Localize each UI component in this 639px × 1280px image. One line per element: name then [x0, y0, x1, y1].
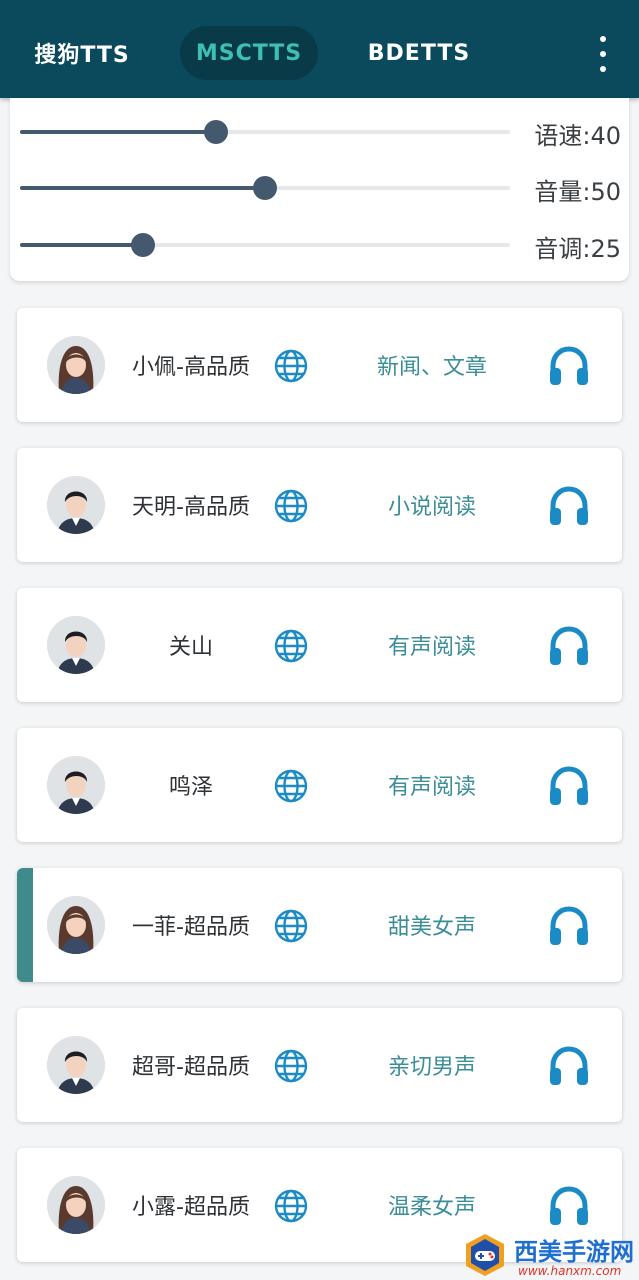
- voice-name: 关山: [168, 635, 213, 660]
- avatar: [47, 616, 105, 674]
- headphones-icon[interactable]: [547, 344, 591, 388]
- watermark-url: www.hanxm.com: [518, 1264, 622, 1278]
- speed-slider[interactable]: [20, 120, 510, 144]
- headphones-icon[interactable]: [547, 764, 591, 808]
- globe-icon[interactable]: [273, 908, 309, 944]
- voice-description: 新闻、文章: [376, 355, 487, 380]
- voice-card[interactable]: 小佩-高品质 新闻、文章: [17, 308, 622, 422]
- speed-label: 语速:40: [534, 122, 621, 150]
- more-vert-icon[interactable]: [588, 36, 618, 72]
- voice-description: 有声阅读: [387, 775, 476, 800]
- avatar: [47, 896, 105, 954]
- volume-slider[interactable]: [20, 176, 510, 200]
- voice-name: 超哥-超品质: [132, 1055, 250, 1080]
- speed-slider-thumb[interactable]: [204, 120, 228, 144]
- pitch-slider-row: 音调:25: [10, 225, 629, 265]
- avatar: [47, 1036, 105, 1094]
- volume-label: 音量:50: [534, 178, 621, 206]
- headphones-icon[interactable]: [547, 484, 591, 528]
- avatar: [47, 476, 105, 534]
- tab-bdetts[interactable]: BDETTS: [352, 26, 486, 80]
- pitch-slider-thumb[interactable]: [131, 233, 155, 257]
- headphones-icon[interactable]: [547, 904, 591, 948]
- voice-name: 小佩-高品质: [132, 355, 250, 380]
- voice-card[interactable]: 天明-高品质 小说阅读: [17, 448, 622, 562]
- voice-name: 鸣泽: [168, 775, 213, 800]
- avatar: [47, 756, 105, 814]
- site-watermark: 西美手游网 www.hanxm.com: [462, 1228, 639, 1280]
- speed-slider-row: 语速:40: [10, 112, 629, 152]
- volume-slider-row: 音量:50: [10, 168, 629, 208]
- voice-name: 天明-高品质: [132, 495, 250, 520]
- globe-icon[interactable]: [273, 348, 309, 384]
- headphones-icon[interactable]: [547, 1044, 591, 1088]
- tab-sogou-tts[interactable]: 搜狗TTS: [22, 26, 142, 80]
- pitch-slider[interactable]: [20, 233, 510, 257]
- avatar: [47, 1176, 105, 1234]
- top-app-bar: 搜狗TTS MSCTTS BDETTS: [0, 0, 639, 98]
- globe-icon[interactable]: [273, 1048, 309, 1084]
- voice-description: 有声阅读: [387, 635, 476, 660]
- voice-description: 甜美女声: [387, 915, 476, 940]
- globe-icon[interactable]: [273, 1188, 309, 1224]
- headphones-icon[interactable]: [547, 624, 591, 668]
- voice-description: 亲切男声: [387, 1055, 476, 1080]
- voice-card[interactable]: 超哥-超品质 亲切男声: [17, 1008, 622, 1122]
- voice-card[interactable]: 鸣泽 有声阅读: [17, 728, 622, 842]
- tab-msctts[interactable]: MSCTTS: [180, 26, 318, 80]
- pitch-label: 音调:25: [534, 235, 621, 263]
- globe-icon[interactable]: [273, 768, 309, 804]
- globe-icon[interactable]: [273, 488, 309, 524]
- voice-name: 一菲-超品质: [132, 915, 250, 940]
- avatar: [47, 336, 105, 394]
- headphones-icon[interactable]: [547, 1184, 591, 1228]
- gamepad-logo-icon: [466, 1234, 504, 1276]
- voice-card[interactable]: 关山 有声阅读: [17, 588, 622, 702]
- voice-name: 小露-超品质: [132, 1195, 250, 1220]
- watermark-title: 西美手游网: [514, 1238, 634, 1266]
- volume-slider-thumb[interactable]: [253, 176, 277, 200]
- selected-indicator: [17, 868, 33, 982]
- voice-description: 小说阅读: [387, 495, 476, 520]
- globe-icon[interactable]: [273, 628, 309, 664]
- voice-card[interactable]: 一菲-超品质 甜美女声: [17, 868, 622, 982]
- tts-settings-panel: 语速:40 音量:50 音调:25: [10, 98, 629, 281]
